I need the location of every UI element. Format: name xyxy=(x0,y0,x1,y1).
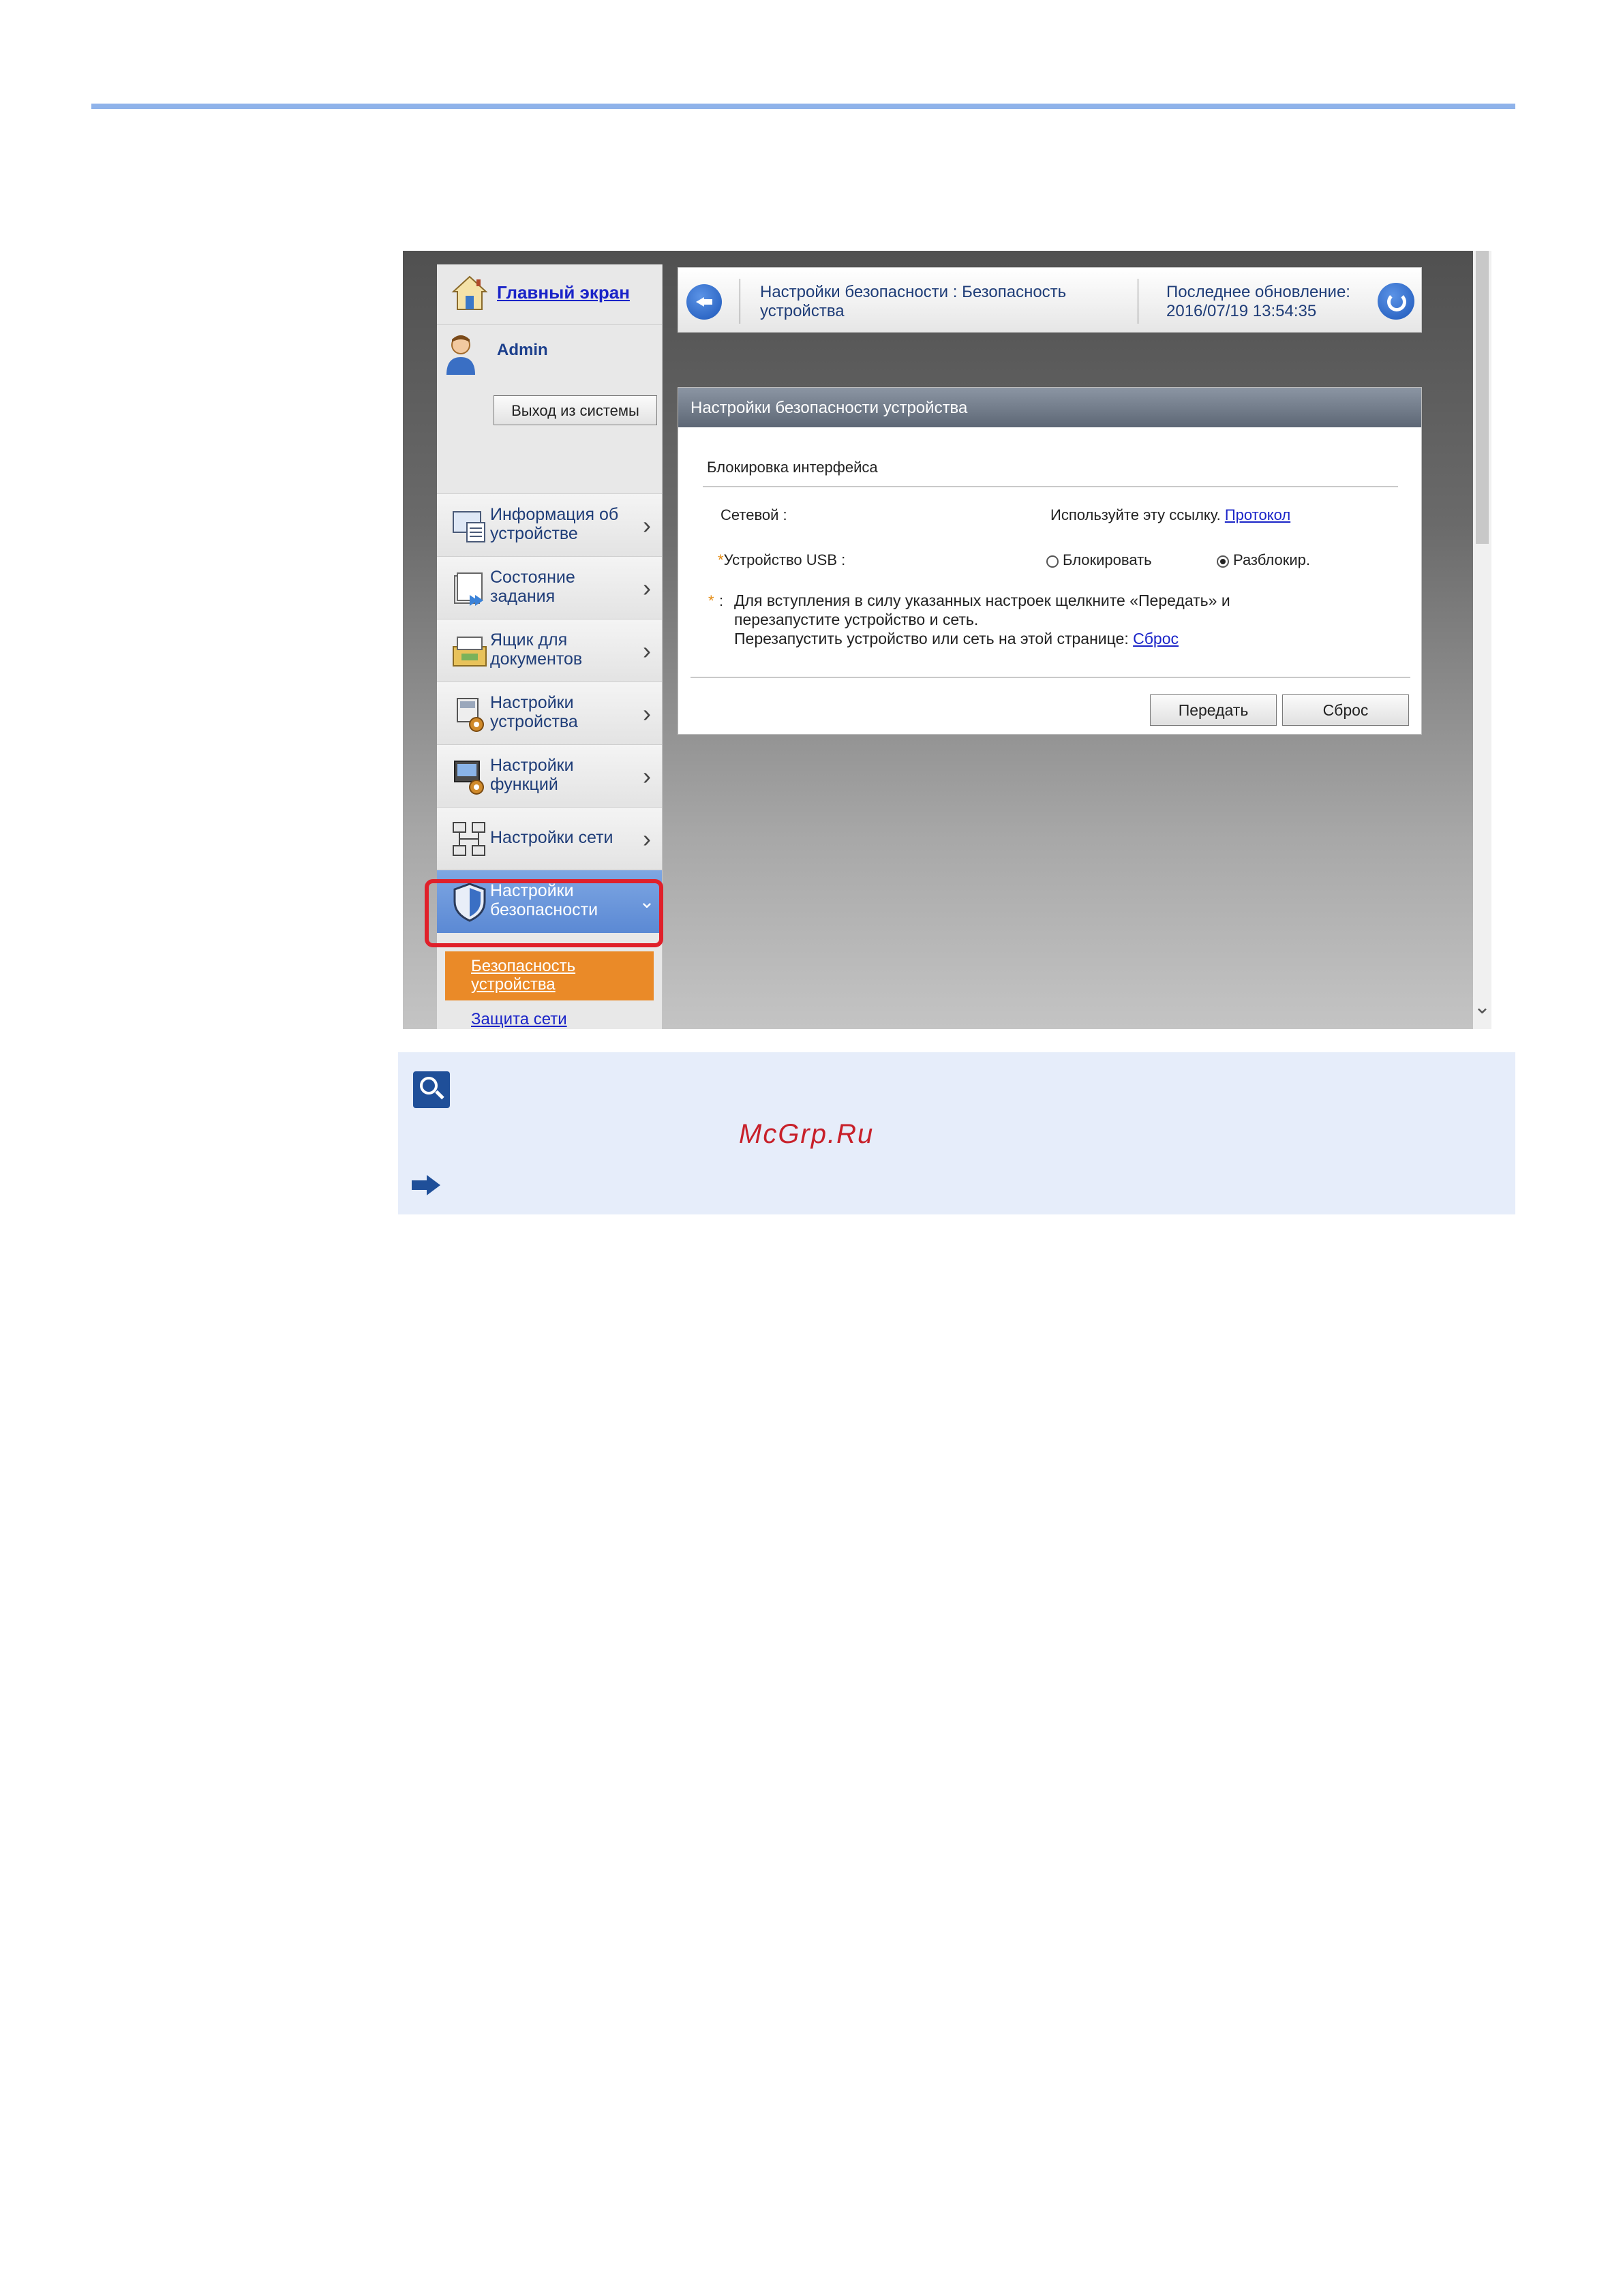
protocol-link[interactable]: Протокол xyxy=(1225,506,1290,523)
sidebar-item-device-settings[interactable]: Настройки устройства › xyxy=(437,682,662,745)
usb-label: Устройство USB : xyxy=(723,551,846,568)
scroll-down-icon[interactable]: ⌄ xyxy=(1473,994,1491,1021)
note-box: McGrp.Ru xyxy=(398,1052,1515,1214)
section-divider xyxy=(703,486,1398,487)
radio-unblock[interactable] xyxy=(1217,555,1229,568)
sidebar-subitem-network-security[interactable]: Защита сети xyxy=(471,1010,567,1029)
chevron-right-icon: › xyxy=(643,762,651,790)
submit-button[interactable]: Передать xyxy=(1150,694,1277,726)
sidebar-item-label: Настройки устройства xyxy=(490,693,578,731)
last-update-timestamp: Последнее обновление: 2016/07/19 13:54:3… xyxy=(1166,283,1350,320)
user-icon xyxy=(446,335,475,375)
note-line: Перезапустить устройство или сеть на это… xyxy=(734,629,1348,648)
device-settings-icon xyxy=(457,698,484,732)
network-settings-icon xyxy=(453,822,485,856)
back-arrow-icon[interactable] xyxy=(686,284,722,320)
usb-unblock-label: Разблокир. xyxy=(1233,551,1310,568)
page-header: Настройки безопасности : Безопасность ус… xyxy=(678,267,1422,333)
panel-header: Настройки безопасности устройства xyxy=(678,388,1421,427)
sidebar-item-label: Ящик для документов xyxy=(490,630,583,669)
footer-divider xyxy=(691,677,1410,678)
sidebar-item-label: Состояние задания xyxy=(490,568,575,606)
sidebar-item-device-info[interactable]: Информация об устройстве › xyxy=(437,493,662,557)
chevron-right-icon: › xyxy=(643,637,651,664)
top-divider xyxy=(91,104,1515,109)
restart-note: Для вступления в силу указанных настроек… xyxy=(734,591,1348,648)
sidebar-subitem-device-security[interactable]: Безопасность устройства xyxy=(445,951,654,1000)
reset-link[interactable]: Сброс xyxy=(1133,630,1179,647)
note-line: перезапустите устройство и сеть. xyxy=(734,611,979,628)
required-marker: * xyxy=(718,551,724,568)
house-icon xyxy=(451,275,488,310)
usb-block-option[interactable]: Блокировать xyxy=(1046,551,1152,569)
radio-block[interactable] xyxy=(1046,555,1059,568)
sidebar-item-network-settings[interactable]: Настройки сети › xyxy=(437,807,662,870)
usb-block-label: Блокировать xyxy=(1063,551,1152,568)
home-link[interactable]: Главный экран xyxy=(497,282,630,303)
chevron-right-icon: › xyxy=(643,511,651,539)
sidebar-item-label: Настройки функций xyxy=(490,756,574,794)
sidebar: Главный экран Admin Выход из системы Инф… xyxy=(425,264,663,1029)
logout-button[interactable]: Выход из системы xyxy=(494,395,657,425)
sidebar-item-label: Информация об устройстве xyxy=(490,505,619,543)
sidebar-item-job-status[interactable]: Состояние задания › xyxy=(437,556,662,619)
breadcrumb: Настройки безопасности : Безопасность ус… xyxy=(760,283,1067,320)
chevron-right-icon: › xyxy=(643,825,651,853)
callout-highlight xyxy=(425,879,663,947)
refresh-icon[interactable] xyxy=(1378,283,1414,320)
network-hint: Используйте эту ссылку. xyxy=(1050,506,1221,523)
sidebar-subitem-label[interactable]: Безопасность устройства xyxy=(471,957,635,994)
note-marker: * xyxy=(708,592,714,609)
note-colon: : xyxy=(719,592,724,609)
watermark: McGrp.Ru xyxy=(739,1119,875,1149)
reset-button[interactable]: Сброс xyxy=(1282,694,1409,726)
home-row[interactable]: Главный экран xyxy=(437,264,662,325)
sidebar-item-document-box[interactable]: Ящик для документов › xyxy=(437,619,662,682)
magnifier-note-icon xyxy=(413,1071,450,1108)
panel-title: Настройки безопасности устройства xyxy=(691,399,968,417)
sidebar-item-function-settings[interactable]: Настройки функций › xyxy=(437,744,662,808)
chevron-right-icon: › xyxy=(643,574,651,602)
settings-panel: Настройки безопасности устройства Блокир… xyxy=(678,387,1422,735)
document-box-icon xyxy=(453,637,487,667)
usb-unblock-option[interactable]: Разблокир. xyxy=(1217,551,1310,569)
network-value: Используйте эту ссылку. Протокол xyxy=(1050,506,1290,524)
device-info-icon xyxy=(453,511,485,542)
note-line: Для вступления в силу указанных настроек… xyxy=(734,592,1230,609)
chevron-right-icon: › xyxy=(643,699,651,727)
user-name: Admin xyxy=(497,341,548,359)
job-status-icon xyxy=(454,572,483,606)
right-arrow-icon xyxy=(412,1175,440,1195)
web-ui-screenshot: Главный экран Admin Выход из системы Инф… xyxy=(403,251,1491,1029)
usb-label-row: *Устройство USB : xyxy=(718,551,845,569)
sidebar-item-label: Настройки сети xyxy=(490,828,613,847)
scrollbar-thumb[interactable] xyxy=(1476,251,1489,544)
section-title: Блокировка интерфейса xyxy=(707,459,878,476)
note-line-text: Перезапустить устройство или сеть на это… xyxy=(734,630,1129,647)
network-label: Сетевой : xyxy=(721,506,787,523)
function-settings-icon xyxy=(454,761,484,795)
